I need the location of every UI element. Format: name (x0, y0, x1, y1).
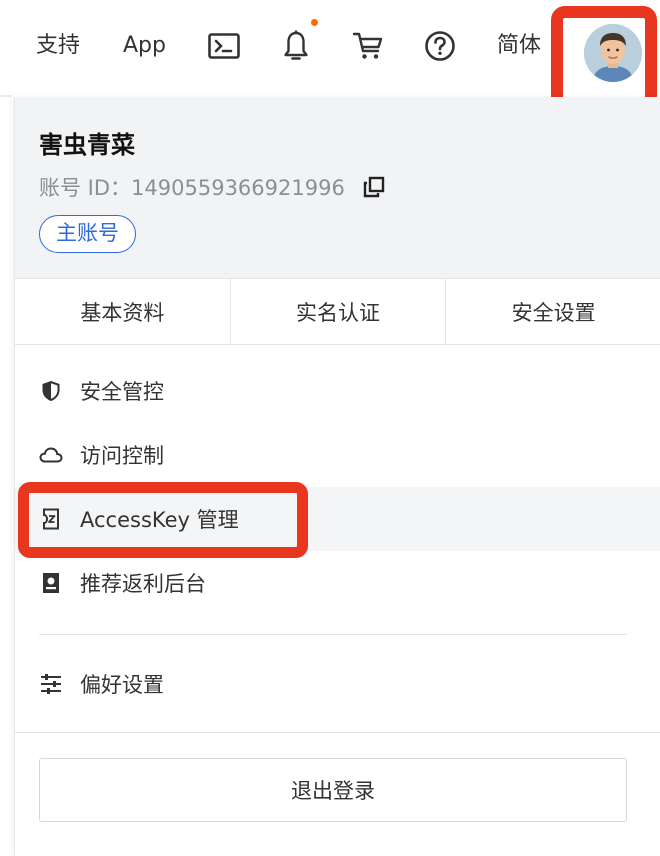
avatar[interactable] (584, 24, 642, 82)
account-dropdown: 害虫青菜 账号 ID：1490559366921996 主账号 基本资料 实名认… (14, 97, 660, 856)
app-link[interactable]: App (123, 30, 166, 62)
account-type-badge: 主账号 (39, 215, 136, 253)
account-id-row: 账号 ID：1490559366921996 (39, 172, 385, 202)
logout-button[interactable]: 退出登录 (39, 758, 627, 822)
cart-icon[interactable] (350, 28, 386, 64)
tab-basic-info[interactable]: 基本资料 (15, 279, 231, 344)
profile-section: 害虫青菜 账号 ID：1490559366921996 主账号 (15, 97, 660, 278)
menu-item-label: 偏好设置 (80, 673, 164, 697)
tab-security-settings[interactable]: 安全设置 (446, 279, 660, 344)
menu-divider (39, 634, 627, 635)
sliders-icon (39, 672, 63, 696)
nav-divider (0, 95, 12, 97)
notification-dot (311, 19, 318, 26)
logout-divider (15, 732, 660, 733)
bell-icon[interactable] (278, 28, 314, 64)
terminal-icon[interactable] (206, 28, 242, 64)
menu-item-access-control[interactable]: 访问控制 (15, 423, 660, 487)
help-icon[interactable] (422, 28, 458, 64)
cloud-icon (39, 443, 63, 467)
support-link[interactable]: 支持 (36, 30, 80, 62)
language-switch[interactable]: 简体 (497, 30, 541, 62)
copy-icon[interactable] (363, 176, 385, 198)
top-navbar: 支持 App 简体 (0, 0, 660, 114)
tab-real-name[interactable]: 实名认证 (231, 279, 447, 344)
menu-item-label: 推荐返利后台 (80, 572, 206, 596)
menu-item-label: 安全管控 (80, 380, 164, 404)
menu-item-label: 访问控制 (80, 444, 164, 468)
menu-item-security-control[interactable]: 安全管控 (15, 359, 660, 423)
menu-item-preferences[interactable]: 偏好设置 (15, 652, 660, 716)
account-id: 账号 ID：1490559366921996 (39, 176, 345, 200)
accesskey-highlight-box (18, 482, 308, 558)
menu-item-rebate-console[interactable]: 推荐返利后台 (15, 551, 660, 615)
shield-icon (39, 379, 63, 403)
rebate-icon (39, 571, 63, 595)
profile-tabs: 基本资料 实名认证 安全设置 (15, 278, 660, 345)
username: 害虫青菜 (39, 131, 135, 159)
